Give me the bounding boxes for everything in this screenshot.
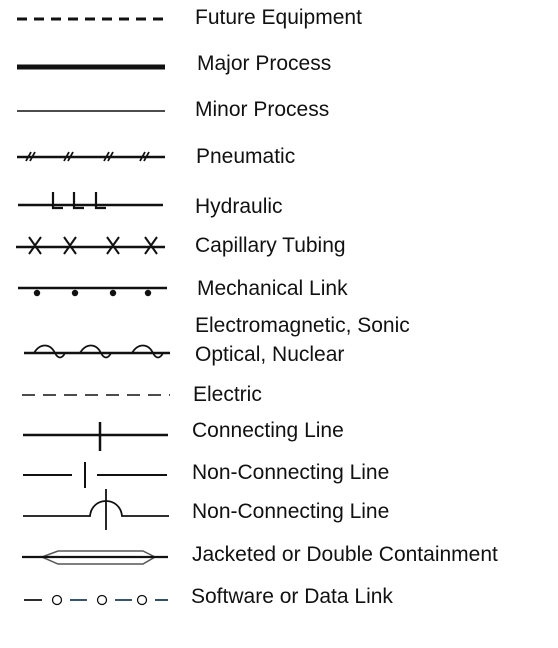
label-minor-process: Minor Process <box>195 98 330 121</box>
label-hydraulic: Hydraulic <box>195 195 283 218</box>
label-non-connecting-line: Non-Connecting Line <box>192 461 390 484</box>
connecting-line-symbol <box>23 422 168 451</box>
electromagnetic-symbol <box>24 344 170 359</box>
non-connecting-hop-symbol <box>23 489 169 530</box>
label-connecting-line: Connecting Line <box>192 419 344 442</box>
label-optical-nuclear: Optical, Nuclear <box>195 343 345 366</box>
mechanical-link-symbol <box>18 286 167 297</box>
jacketed-symbol <box>22 550 168 565</box>
hydraulic-symbol <box>18 192 163 210</box>
label-electromagnetic: Electromagnetic, Sonic <box>195 314 410 337</box>
software-data-link-symbol <box>24 594 168 606</box>
label-electric: Electric <box>193 383 262 406</box>
label-jacketed: Jacketed or Double Containment <box>192 543 498 566</box>
label-major-process: Major Process <box>197 52 332 75</box>
non-connecting-line-symbol <box>23 462 167 488</box>
label-software-data-link: Software or Data Link <box>191 585 393 608</box>
capillary-tubing-symbol <box>16 236 165 255</box>
pneumatic-symbol <box>17 151 165 162</box>
label-mechanical-link: Mechanical Link <box>197 277 348 300</box>
label-non-connecting-hop-line: Non-Connecting Line <box>192 500 390 523</box>
label-capillary-tubing: Capillary Tubing <box>195 234 346 257</box>
label-future-equipment: Future Equipment <box>195 6 362 29</box>
label-pneumatic: Pneumatic <box>196 145 296 168</box>
